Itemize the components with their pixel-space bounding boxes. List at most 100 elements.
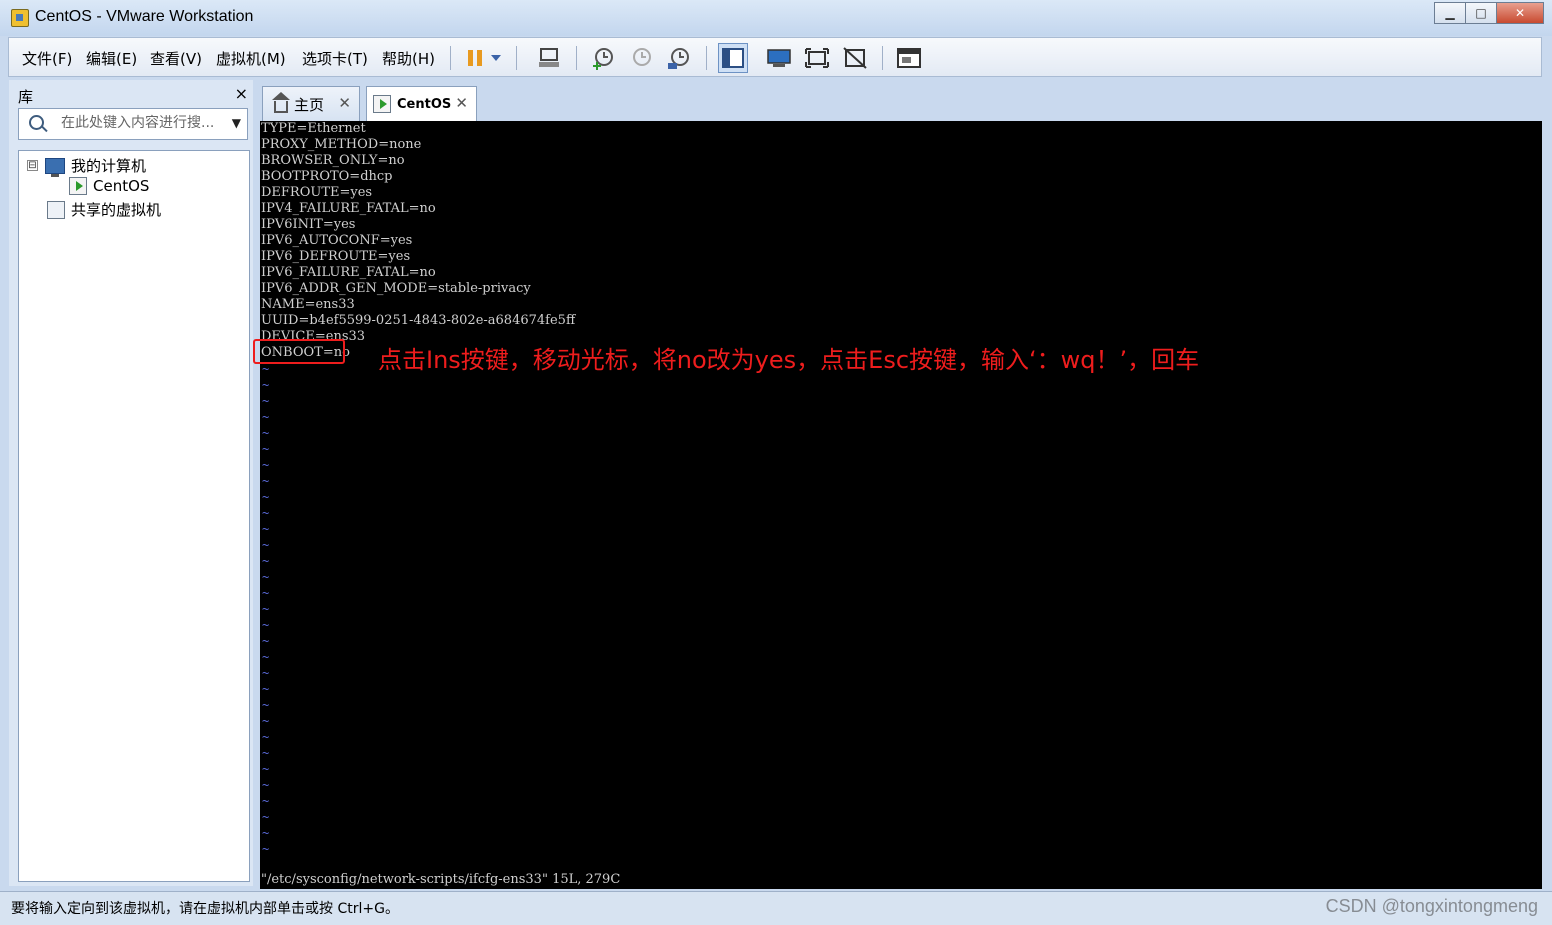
toolbar-separator	[882, 46, 883, 70]
revert-snapshot-button[interactable]	[626, 43, 656, 73]
window-title: CentOS - VMware Workstation	[35, 8, 254, 25]
status-message: 要将输入定向到该虚拟机，请在虚拟机内部单击或按 Ctrl+G。	[11, 901, 399, 917]
vim-tilde: ~	[262, 522, 270, 536]
window-controls: ▁ □ ✕	[1434, 2, 1544, 24]
console-view-icon	[767, 49, 791, 67]
tree-item-my-computer[interactable]: ⊟ 我的计算机	[27, 155, 147, 177]
vim-tilde: ~	[262, 618, 270, 632]
title-bar: CentOS - VMware Workstation ▁ □ ✕	[0, 0, 1552, 36]
toolbar-separator	[706, 46, 707, 70]
fullscreen-icon	[805, 48, 829, 68]
terminal-line: BOOTPROTO=dhcp	[261, 169, 393, 184]
search-icon	[29, 115, 44, 130]
vim-tilde: ~	[262, 490, 270, 504]
vmware-app-icon	[11, 9, 29, 27]
tree-item-label: 共享的虚拟机	[71, 201, 162, 219]
tab-centos[interactable]: CentOS ✕	[366, 86, 477, 121]
virtual-machine-icon	[373, 95, 391, 113]
vim-tilde: ~	[262, 762, 270, 776]
home-icon	[272, 92, 290, 113]
vim-tilde: ~	[262, 394, 270, 408]
tab-close-icon[interactable]: ✕	[455, 94, 468, 112]
vim-tilde: ~	[262, 410, 270, 424]
tab-home[interactable]: 主页 ✕	[262, 86, 360, 121]
vim-status-line: "/etc/sysconfig/network-scripts/ifcfg-en…	[261, 872, 621, 887]
maximize-button[interactable]: □	[1465, 2, 1497, 24]
terminal-line: UUID=b4ef5599-0251-4843-802e-a684674fe5f…	[261, 313, 576, 328]
vim-tilde: ~	[262, 634, 270, 648]
send-ctrl-alt-del-icon	[539, 48, 559, 67]
take-snapshot-button[interactable]	[588, 43, 618, 73]
toolbar-separator	[516, 46, 517, 70]
vim-tilde: ~	[262, 778, 270, 792]
terminal-line: IPV6_DEFROUTE=yes	[261, 249, 411, 264]
library-search[interactable]: ▼	[18, 108, 248, 140]
terminal-line: IPV6INIT=yes	[261, 217, 356, 232]
menu-tabs[interactable]: 选项卡(T)	[302, 48, 368, 69]
tab-label: 主页	[294, 95, 325, 114]
console-view-button[interactable]	[764, 43, 794, 73]
vim-tilde: ~	[262, 794, 270, 808]
tree-item-label: CentOS	[93, 177, 150, 195]
vim-tilde: ~	[262, 474, 270, 488]
tab-label: CentOS	[397, 96, 452, 112]
menu-vm[interactable]: 虚拟机(M)	[216, 48, 286, 69]
virtual-machine-icon	[69, 177, 87, 195]
snapshot-manager-button[interactable]	[664, 43, 694, 73]
annotation-text: 点击Ins按键，移动光标，将no改为yes，点击Esc按键，输入‘：wq！’，回…	[378, 346, 1200, 374]
vim-tilde: ~	[262, 442, 270, 456]
vim-tilde: ~	[262, 426, 270, 440]
vim-tilde: ~	[262, 698, 270, 712]
collapse-icon[interactable]: ⊟	[27, 160, 38, 171]
vim-tilde: ~	[262, 570, 270, 584]
snapshot-icon	[593, 48, 613, 70]
library-close-button[interactable]: ×	[235, 84, 248, 103]
menu-help[interactable]: 帮助(H)	[382, 48, 435, 69]
library-view-button[interactable]	[718, 43, 748, 73]
toolbar-separator	[450, 46, 451, 70]
send-ctrl-alt-del-button[interactable]	[534, 43, 564, 73]
onboot-highlight-box	[253, 339, 345, 364]
tab-bar: 主页 ✕ CentOS ✕	[260, 80, 1542, 121]
library-panel: 库 × ▼ ⊟ 我的计算机 CentOS 共享的虚拟机	[9, 80, 253, 886]
terminal-line: BROWSER_ONLY=no	[261, 153, 405, 168]
vim-tilde: ~	[262, 650, 270, 664]
vm-console[interactable]: TYPE=Ethernet PROXY_METHOD=none BROWSER_ON…	[260, 121, 1542, 889]
vim-tilde: ~	[262, 842, 270, 856]
chevron-down-icon[interactable]: ▼	[232, 116, 241, 130]
vim-tilde: ~	[262, 602, 270, 616]
power-dropdown-button[interactable]	[486, 43, 506, 73]
terminal-line: IPV4_FAILURE_FATAL=no	[261, 201, 436, 216]
status-bar: 要将输入定向到该虚拟机，请在虚拟机内部单击或按 Ctrl+G。 CSDN @to…	[0, 891, 1552, 925]
terminal-line: DEFROUTE=yes	[261, 185, 373, 200]
dropdown-arrow-icon	[491, 55, 501, 61]
vim-tilde: ~	[262, 746, 270, 760]
close-button[interactable]: ✕	[1496, 2, 1544, 24]
minimize-button[interactable]: ▁	[1434, 2, 1466, 24]
tabs-view-button[interactable]	[894, 43, 924, 73]
vim-tilde: ~	[262, 506, 270, 520]
terminal-line: IPV6_FAILURE_FATAL=no	[261, 265, 436, 280]
tab-close-icon[interactable]: ✕	[338, 94, 351, 112]
menu-view[interactable]: 查看(V)	[150, 48, 202, 69]
menu-edit[interactable]: 编辑(E)	[86, 48, 137, 69]
fullscreen-button[interactable]	[802, 43, 832, 73]
library-title: 库	[18, 88, 34, 106]
menu-toolbar: 文件(F) 编辑(E) 查看(V) 虚拟机(M) 选项卡(T) 帮助(H)	[8, 37, 1542, 77]
tree-item-shared-vms[interactable]: 共享的虚拟机	[47, 199, 161, 220]
watermark: CSDN @tongxintongmeng	[1325, 896, 1538, 916]
terminal-line: PROXY_METHOD=none	[261, 137, 422, 152]
computer-icon	[45, 157, 65, 177]
tree-item-centos[interactable]: CentOS	[69, 177, 149, 195]
vim-tilde: ~	[262, 666, 270, 680]
vim-tilde: ~	[262, 826, 270, 840]
unity-button[interactable]	[840, 43, 870, 73]
pause-icon	[468, 50, 482, 66]
menu-file[interactable]: 文件(F)	[22, 48, 72, 69]
vim-tilde: ~	[262, 458, 270, 472]
terminal-line: TYPE=Ethernet	[261, 121, 366, 136]
tree-item-label: 我的计算机	[71, 157, 147, 175]
vim-tilde: ~	[262, 586, 270, 600]
search-input[interactable]	[59, 114, 228, 132]
vim-tilde: ~	[262, 810, 270, 824]
